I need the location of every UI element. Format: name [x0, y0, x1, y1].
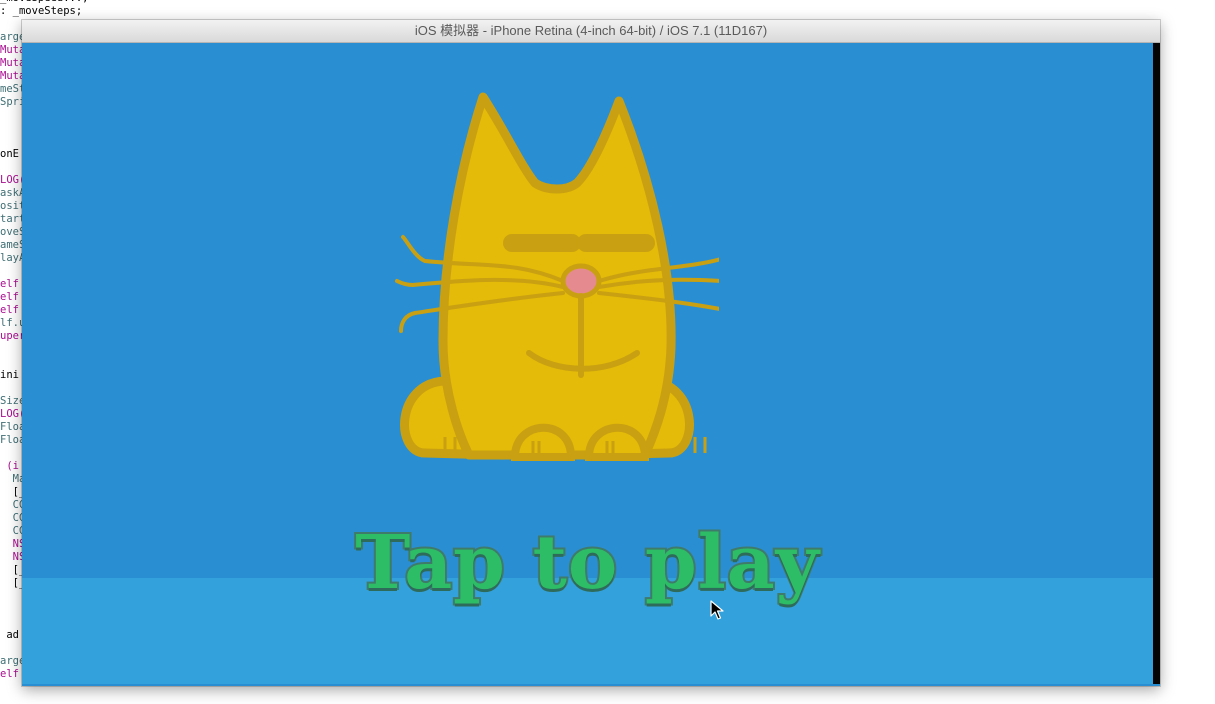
cat-character-icon	[395, 92, 719, 461]
code-line: elf	[0, 291, 19, 303]
code-line: ini	[0, 369, 19, 381]
mouse-pointer-icon	[710, 600, 724, 620]
code-line: : _moveSteps;	[0, 5, 83, 17]
window-titlebar[interactable]: iOS 模拟器 - iPhone Retina (4-inch 64-bit) …	[22, 20, 1160, 43]
simulator-screen-edge	[1153, 43, 1160, 684]
code-line: ad	[0, 629, 19, 641]
code-line: elf	[0, 278, 19, 290]
code-line: onE	[0, 148, 19, 160]
code-line: elf	[0, 668, 19, 680]
simulator-window[interactable]: iOS 模拟器 - iPhone Retina (4-inch 64-bit) …	[22, 20, 1160, 686]
code-line: elf	[0, 304, 19, 316]
code-line: (i	[0, 460, 19, 472]
tap-to-play-button[interactable]: Tap to play	[22, 519, 1153, 607]
window-title: iOS 模拟器 - iPhone Retina (4-inch 64-bit) …	[414, 23, 768, 38]
game-screen[interactable]: Tap to play	[22, 43, 1153, 684]
